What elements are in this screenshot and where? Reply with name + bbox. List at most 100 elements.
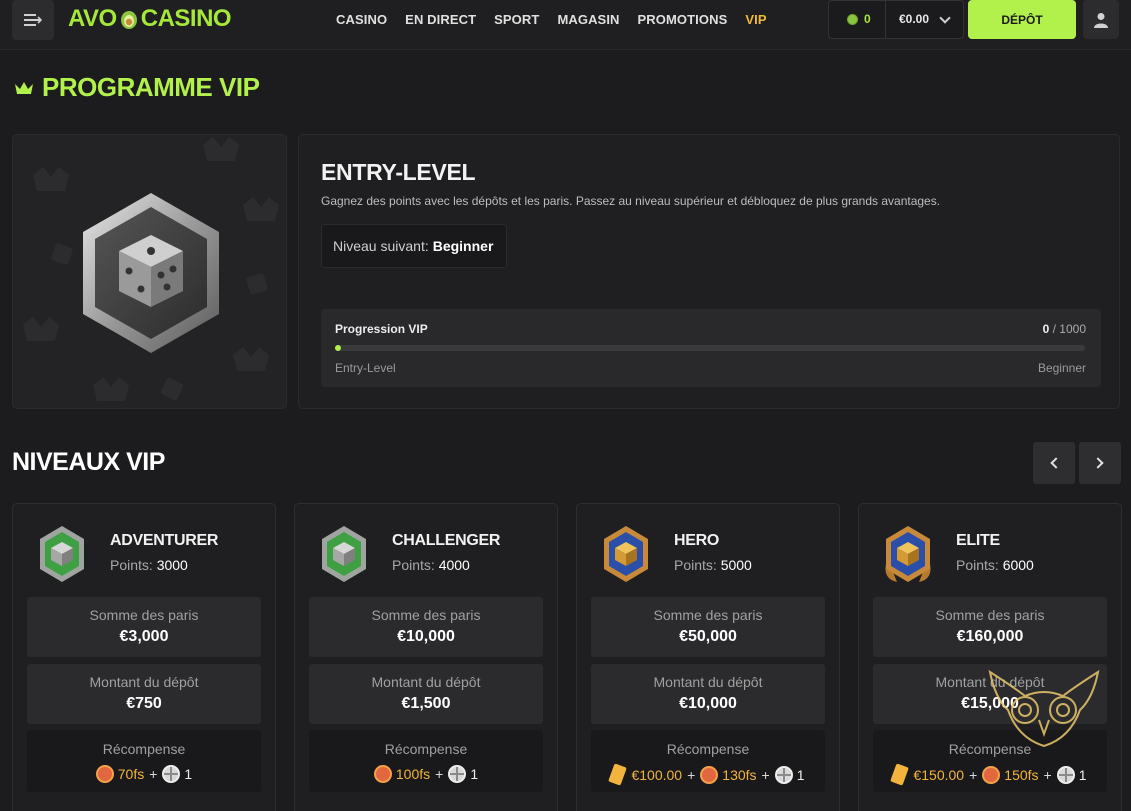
level-card-adventurer: ADVENTURER Points: 3000 Somme des paris … xyxy=(12,503,276,811)
menu-toggle-button[interactable] xyxy=(12,0,54,40)
progress-bar-fill xyxy=(335,345,341,351)
free-spins-icon xyxy=(700,765,719,784)
reward-row: €150.00 + 150fs + 1 xyxy=(873,763,1107,786)
level-name: CHALLENGER xyxy=(392,532,501,549)
main-nav: CASINO EN DIRECT SPORT MAGASIN PROMOTION… xyxy=(336,0,785,38)
nav-sport[interactable]: SPORT xyxy=(494,12,539,27)
nav-live[interactable]: EN DIRECT xyxy=(405,12,476,27)
nav-casino[interactable]: CASINO xyxy=(336,12,387,27)
progress-bar xyxy=(335,345,1085,351)
page-title-text: PROGRAMME VIP xyxy=(42,72,260,102)
bets-value: €50,000 xyxy=(679,628,737,645)
reward-free-spins: 100fs xyxy=(395,766,431,782)
wallet-divider xyxy=(885,1,886,38)
elite-badge-icon xyxy=(885,526,931,582)
plus-sign: + xyxy=(761,766,770,783)
coin-balance: 0 xyxy=(847,12,871,26)
free-spins-icon xyxy=(95,765,114,783)
wallet-selector[interactable]: 0 €0.00 xyxy=(828,0,964,39)
level-name: ADVENTURER xyxy=(110,532,219,549)
avocasino-logo[interactable]: AVO CASINO xyxy=(68,5,232,33)
level-points: Points: 5000 xyxy=(674,557,752,573)
deposit-box: Montant du dépôt €1,500 xyxy=(309,664,543,724)
deposit-value: €10,000 xyxy=(679,695,737,712)
next-button[interactable] xyxy=(1079,442,1121,484)
deposit-button[interactable]: DÉPÔT xyxy=(968,0,1076,39)
progress-count: 0 / 1000 xyxy=(1043,322,1086,336)
logo-text-left: AVO xyxy=(68,5,117,32)
level-points: Points: 6000 xyxy=(956,557,1034,573)
bets-box: Somme des paris €50,000 xyxy=(591,597,825,657)
reward-wheel-count: 1 xyxy=(1078,766,1087,783)
previous-button[interactable] xyxy=(1033,442,1075,484)
challenger-badge-icon xyxy=(322,526,366,582)
current-level-name: ENTRY-LEVEL xyxy=(321,159,476,185)
deposit-label: Montant du dépôt xyxy=(653,674,763,690)
points-value: 6000 xyxy=(1002,557,1034,573)
bets-label: Somme des paris xyxy=(371,607,481,623)
deposit-box: Montant du dépôt €10,000 xyxy=(591,664,825,724)
plus-sign: + xyxy=(969,766,978,783)
progress-total: / 1000 xyxy=(1052,322,1086,336)
nav-shop[interactable]: MAGASIN xyxy=(557,12,619,27)
reward-row: 100fs + 1 xyxy=(309,765,543,783)
adventurer-badge-icon xyxy=(40,526,84,582)
level-name: HERO xyxy=(674,532,720,549)
bets-label: Somme des paris xyxy=(935,607,1045,623)
user-icon xyxy=(1094,12,1108,28)
plus-sign: + xyxy=(435,766,444,782)
cash-bonus-icon xyxy=(890,763,910,786)
reward-free-spins: 150fs xyxy=(1004,766,1039,783)
current-level-badge-panel xyxy=(12,134,287,409)
progress-label: Progression VIP xyxy=(335,322,428,336)
next-level-box: Niveau suivant: Beginner xyxy=(321,224,507,268)
avocado-icon xyxy=(120,11,137,29)
nav-promotions[interactable]: PROMOTIONS xyxy=(638,12,728,27)
user-account-button[interactable] xyxy=(1083,0,1119,39)
reward-label: Récompense xyxy=(102,741,186,757)
next-level-value: Beginner xyxy=(432,238,494,254)
level-description: Gagnez des points avec les dépôts et les… xyxy=(321,194,941,208)
hero-badge-icon xyxy=(604,526,648,582)
plus-sign: + xyxy=(1043,766,1052,783)
levels-section-title: NIVEAUX VIP xyxy=(12,448,165,476)
reward-cash: €150.00 xyxy=(913,766,965,783)
level-name: ELITE xyxy=(956,532,1000,549)
cash-bonus-icon xyxy=(608,763,628,786)
deposit-value: €750 xyxy=(126,695,162,712)
wheel-icon xyxy=(1056,765,1075,784)
reward-wheel-count: 1 xyxy=(796,766,805,783)
points-value: 3000 xyxy=(156,557,188,573)
reward-wheel-count: 1 xyxy=(470,766,479,782)
current-level-info-panel: ENTRY-LEVEL Gagnez des points avec les d… xyxy=(298,134,1120,409)
points-value: 5000 xyxy=(720,557,752,573)
wheel-icon xyxy=(162,765,181,783)
points-label: Points: xyxy=(674,557,717,573)
points-label: Points: xyxy=(392,557,435,573)
wheel-icon xyxy=(448,765,467,783)
page-title: PROGRAMME VIP xyxy=(14,72,260,103)
chevron-right-icon xyxy=(1092,457,1104,469)
free-spins-icon xyxy=(373,765,392,783)
reward-box: Récompense €100.00 + 130fs + 1 xyxy=(591,730,825,792)
reward-row: €100.00 + 130fs + 1 xyxy=(591,763,825,786)
bets-value: €3,000 xyxy=(119,628,169,645)
logo-text-right: CASINO xyxy=(140,5,232,32)
free-spins-icon xyxy=(982,765,1001,784)
reward-wheel-count: 1 xyxy=(184,766,193,782)
nav-vip[interactable]: VIP xyxy=(745,12,766,27)
chevron-down-icon[interactable] xyxy=(939,12,951,24)
bets-box: Somme des paris €3,000 xyxy=(27,597,261,657)
deposit-label: Montant du dépôt xyxy=(89,674,199,690)
vip-progress-box: Progression VIP 0 / 1000 Entry-Level Beg… xyxy=(321,309,1101,387)
level-points: Points: 3000 xyxy=(110,557,188,573)
progress-start-label: Entry-Level xyxy=(335,361,396,375)
level-card-elite: ELITE Points: 6000 Somme des paris €160,… xyxy=(858,503,1122,811)
level-card-hero: HERO Points: 5000 Somme des paris €50,00… xyxy=(576,503,840,811)
entry-level-badge-icon xyxy=(83,193,219,353)
bets-value: €160,000 xyxy=(956,628,1024,645)
reward-free-spins: 130fs xyxy=(722,766,757,783)
chevron-left-icon xyxy=(1050,457,1062,469)
progress-end-label: Beginner xyxy=(1037,361,1086,375)
deposit-value: €1,500 xyxy=(401,695,451,712)
